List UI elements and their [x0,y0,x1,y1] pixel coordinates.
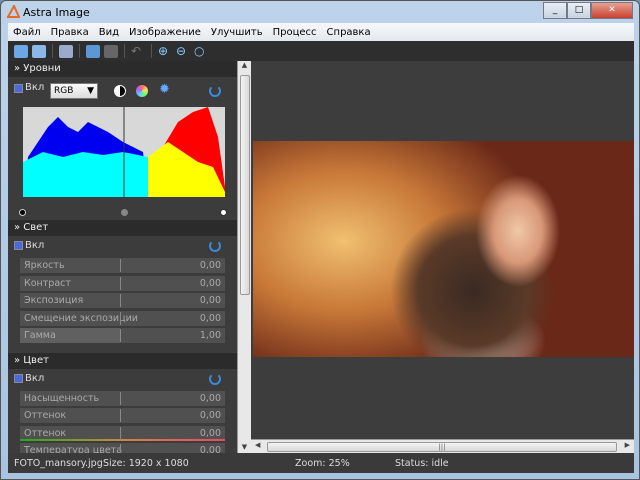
slider-label: Насыщенность [24,392,100,404]
slider-label: Гамма [24,330,56,341]
black-point-handle[interactable] [19,209,26,216]
hue-slider[interactable]: Оттенок 0,00 [20,408,225,423]
contrast-slider[interactable]: Контраст 0,00 [20,275,225,291]
color-section-header[interactable]: » Цвет [8,352,237,369]
window-title: Astra Image [23,6,90,19]
menu-enhance[interactable]: Улучшить [206,27,268,38]
tint-slider[interactable]: Оттенок 0,00 [20,425,225,441]
slider-label: Оттенок [24,427,67,439]
chevron-down-icon: ▼ [87,86,94,96]
slider-value: 0,00 [199,445,221,453]
menu-process[interactable]: Процесс [268,27,322,38]
levels-enable-label: Вкл [25,82,45,93]
menu-view[interactable]: Вид [94,27,124,38]
color-title: Цвет [23,354,49,366]
levels-title: Уровни [23,63,61,74]
slider-label: Контраст [24,277,71,289]
print-icon[interactable] [59,44,73,58]
slider-label: Оттенок [24,410,67,421]
slider-value: 0,00 [199,392,221,404]
light-title: Свет [23,222,49,233]
exposure-offset-slider[interactable]: Смещение экспозиции 0,00 [20,310,225,326]
scroll-up-arrow[interactable]: ▲ [238,61,251,69]
slider-value: 0,00 [199,410,221,421]
levels-reset-icon[interactable] [209,85,221,97]
menu-bar: Файл Правка Вид Изображение Улучшить Про… [8,23,634,41]
close-button[interactable]: ✕ [591,2,633,19]
panel-vertical-scrollbar[interactable]: ▲ ▼ [237,61,251,453]
exposure-slider[interactable]: Экспозиция 0,00 [20,293,225,308]
levels-section-header[interactable]: » Уровни [8,61,237,77]
histogram-cyan [23,152,148,197]
slider-value: 0,00 [199,260,221,271]
scroll-down-arrow[interactable]: ▼ [238,443,251,451]
light-reset-icon[interactable] [209,240,221,252]
channel-select[interactable]: RGB ▼ [50,83,98,99]
maximize-button[interactable]: □ [567,2,591,19]
canvas-horizontal-scrollbar[interactable]: ◀ ||| ▶ [251,439,634,453]
status-size: Size: 1920 x 1080 [103,458,189,469]
channel-value: RGB [54,86,74,96]
gamma-slider[interactable]: Гамма 1,00 [20,328,225,343]
adjustments-panel: » Уровни Вкл RGB ▼ ✹ » Свет Вкл Яркость … [8,61,237,453]
undo-icon[interactable]: ↶ [131,45,145,58]
photo-preview [253,141,634,357]
slider-label: Экспозиция [24,295,84,306]
slider-label: Яркость [24,260,65,271]
slider-label: Температура цвета [24,445,123,453]
light-enable-checkbox[interactable] [14,241,23,250]
zoom-out-icon[interactable]: ⊖ [176,45,190,58]
light-enable-label: Вкл [25,240,45,251]
gamma-handle[interactable] [121,209,128,216]
copy-icon[interactable] [86,44,100,58]
status-state: Status: idle [395,458,449,469]
menu-help[interactable]: Справка [322,27,376,38]
color-wheel-icon[interactable] [136,85,148,97]
color-enable-checkbox[interactable] [14,373,23,383]
menu-image[interactable]: Изображение [124,27,206,38]
histogram [23,107,225,197]
slider-value: 1,00 [199,330,221,341]
color-enable-row: Вкл [8,369,237,389]
toolbar: ↶ ⊕ ⊖ ○ [8,41,634,61]
slider-value: 0,00 [199,427,221,439]
slider-value: 0,00 [199,277,221,289]
minimize-button[interactable]: _ [543,2,567,19]
levels-enable-checkbox[interactable] [14,84,23,93]
status-filename: FOTO_mansory.jpg [14,458,103,469]
light-section-header[interactable]: » Свет [8,220,237,236]
contrast-icon[interactable] [114,85,126,97]
levels-section: Вкл RGB ▼ ✹ [8,77,237,220]
image-canvas[interactable] [251,61,634,439]
white-point-handle[interactable] [220,209,227,216]
menu-file[interactable]: Файл [8,27,46,38]
app-window: Astra Image _ □ ✕ Файл Правка Вид Изобра… [0,0,640,480]
horizontal-scroll-thumb[interactable]: ||| [267,442,617,452]
paste-icon[interactable] [104,44,118,58]
zoom-fit-icon[interactable]: ○ [194,45,208,58]
temperature-slider[interactable]: Температура цвета 0,00 [20,443,225,453]
saturation-slider[interactable]: Насыщенность 0,00 [20,390,225,406]
menu-edit[interactable]: Правка [46,27,94,38]
status-bar: FOTO_mansory.jpg Size: 1920 x 1080 Zoom:… [8,453,634,473]
app-logo-icon [7,5,20,18]
scroll-left-arrow[interactable]: ◀ [255,441,260,449]
status-zoom: Zoom: 25% [295,458,350,469]
slider-value: 0,00 [199,295,221,306]
zoom-in-icon[interactable]: ⊕ [158,45,172,58]
slider-value: 0,00 [199,312,221,324]
color-enable-label: Вкл [25,372,45,384]
brightness-slider[interactable]: Яркость 0,00 [20,258,225,273]
light-enable-row: Вкл [8,236,237,256]
vertical-scroll-thumb[interactable] [240,75,250,295]
scroll-right-arrow[interactable]: ▶ [625,441,630,449]
settings-gear-icon[interactable]: ✹ [159,82,170,97]
save-icon[interactable] [32,44,46,58]
color-reset-icon[interactable] [209,372,221,385]
open-icon[interactable] [14,44,28,58]
